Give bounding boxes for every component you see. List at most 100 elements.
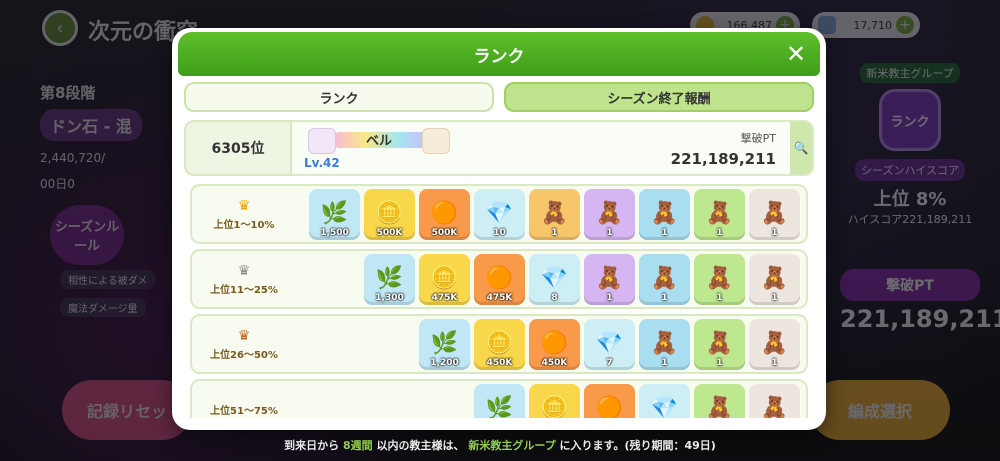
coin-icon: 🪙 bbox=[485, 331, 514, 356]
character-icon: 🧸 bbox=[650, 331, 679, 356]
pt-value: 221,189,211 bbox=[670, 150, 776, 168]
reward-item[interactable]: 🧸 bbox=[694, 383, 745, 419]
seed-icon: 🌿 bbox=[375, 266, 404, 291]
reward-item[interactable]: 🧸 1 bbox=[694, 253, 745, 305]
item-count: 500K bbox=[376, 227, 403, 238]
item-count: 1,500 bbox=[320, 227, 349, 238]
character-icon: 🧸 bbox=[760, 331, 789, 356]
reward-item[interactable]: 🧸 1 bbox=[639, 318, 690, 370]
avatar-secondary bbox=[422, 128, 450, 154]
character-icon: 🧸 bbox=[650, 266, 679, 291]
tab-rank[interactable]: ランク bbox=[184, 82, 494, 112]
item-count: 1,200 bbox=[430, 357, 459, 368]
reward-item[interactable]: 🧸 1 bbox=[529, 188, 580, 240]
reward-item[interactable]: 🧸 1 bbox=[639, 253, 690, 305]
reward-item[interactable]: 🧸 1 bbox=[639, 188, 690, 240]
reward-tier-row: ♛ 上位26～50% 🌿 1,200 🪙 450K 🟠 450K 💎 7 🧸 1 🧸 1 🧸 1 bbox=[190, 314, 808, 374]
item-count: 1 bbox=[606, 292, 613, 303]
character-icon: 🧸 bbox=[705, 396, 734, 419]
tier-label: ♛ 上位11～25% bbox=[192, 263, 296, 296]
reward-item[interactable]: 🌿 1,300 bbox=[364, 253, 415, 305]
reward-item[interactable]: 🌿 1,500 bbox=[309, 188, 360, 240]
close-icon[interactable]: ✕ bbox=[782, 40, 810, 68]
avatar bbox=[308, 128, 336, 154]
tier-label: ♛ 上位26～50% bbox=[192, 328, 296, 361]
notice-text: に入ります。(残り期間：49日) bbox=[559, 439, 716, 452]
item-count: 1 bbox=[716, 292, 723, 303]
reward-item[interactable]: 🟠 475K bbox=[474, 253, 525, 305]
seed-icon: 🌿 bbox=[485, 396, 514, 419]
item-count: 1 bbox=[771, 227, 778, 238]
reward-items: 🌿 1,300 🪙 475K 🟠 475K 💎 8 🧸 1 🧸 1 🧸 1 🧸 1 bbox=[296, 253, 806, 305]
reward-item[interactable]: 🪙 475K bbox=[419, 253, 470, 305]
item-count: 1 bbox=[716, 227, 723, 238]
reward-item[interactable]: 🟠 bbox=[584, 383, 635, 419]
reward-tier-row: ♛ 上位11～25% 🌿 1,300 🪙 475K 🟠 475K 💎 8 🧸 1 🧸 1 🧸 1 🧸 1 bbox=[190, 249, 808, 309]
character-icon: 🧸 bbox=[705, 331, 734, 356]
tier-range: 上位11～25% bbox=[210, 284, 278, 296]
rank-modal: ランク ✕ ランク シーズン終了報酬 6305位 ベル Lv.42 撃破PT 2… bbox=[172, 28, 826, 430]
reward-items: 🌿 1,500 🪙 500K 🟠 500K 💎 10 🧸 1 🧸 1 🧸 1 🧸 1 🧸 1 bbox=[296, 188, 806, 240]
pt-label: 撃破PT bbox=[740, 132, 776, 145]
reward-item[interactable]: 🧸 bbox=[749, 383, 800, 419]
coin-icon: 🪙 bbox=[430, 266, 459, 291]
player-card: ベル Lv.42 撃破PT 221,189,211 bbox=[290, 122, 790, 174]
reward-item[interactable]: 🧸 1 bbox=[584, 188, 635, 240]
modal-title: ランク bbox=[473, 46, 525, 67]
item-count: 1 bbox=[661, 292, 668, 303]
notice-weeks: 8週間 bbox=[343, 439, 373, 452]
reward-item[interactable]: 🧸 1 bbox=[749, 318, 800, 370]
tab-season-reward[interactable]: シーズン終了報酬 bbox=[504, 82, 814, 112]
reward-item[interactable]: 🧸 1 bbox=[749, 253, 800, 305]
tier-range: 上位26～50% bbox=[210, 349, 278, 361]
modal-tabs: ランク シーズン終了報酬 bbox=[184, 82, 814, 112]
bronze-crown-icon: ♛ bbox=[237, 327, 251, 344]
search-icon[interactable]: 🔍 bbox=[790, 122, 812, 174]
modal-header: ランク ✕ bbox=[178, 32, 820, 76]
reward-item[interactable]: 🪙 450K bbox=[474, 318, 525, 370]
reward-item[interactable]: 🧸 1 bbox=[749, 188, 800, 240]
tier-label: ♛ 上位1～10% bbox=[192, 198, 296, 231]
character-icon: 🧸 bbox=[650, 201, 679, 226]
notice-text: 到来日から bbox=[284, 439, 340, 452]
reward-item[interactable]: 💎 bbox=[639, 383, 690, 418]
item-count: 1 bbox=[606, 227, 613, 238]
reward-item[interactable]: 💎 7 bbox=[584, 318, 635, 370]
macaron-icon: 🟠 bbox=[540, 331, 569, 356]
reward-item[interactable]: 🧸 1 bbox=[694, 318, 745, 370]
reward-item[interactable]: 🪙 500K bbox=[364, 188, 415, 240]
item-count: 475K bbox=[431, 292, 458, 303]
reward-tier-row: 上位51～75% 🌿 🪙 🟠 💎 🧸 🧸 bbox=[190, 379, 808, 418]
item-count: 500K bbox=[431, 227, 458, 238]
item-count: 1 bbox=[661, 227, 668, 238]
my-rank: 6305位 bbox=[211, 141, 265, 157]
coin-icon: 🪙 bbox=[375, 201, 404, 226]
reward-item[interactable]: 🟠 450K bbox=[529, 318, 580, 370]
item-count: 450K bbox=[486, 357, 513, 368]
reward-item[interactable]: 🌿 1,200 bbox=[419, 318, 470, 370]
reward-item[interactable]: 🧸 1 bbox=[694, 188, 745, 240]
reward-item[interactable]: 💎 10 bbox=[474, 188, 525, 240]
reward-items: 🌿 🪙 🟠 💎 🧸 🧸 bbox=[296, 383, 806, 419]
reward-item[interactable]: 🌿 bbox=[474, 383, 525, 419]
item-count: 1 bbox=[661, 357, 668, 368]
reward-item[interactable]: 🟠 500K bbox=[419, 188, 470, 240]
item-count: 1 bbox=[771, 292, 778, 303]
item-count: 1 bbox=[771, 357, 778, 368]
item-count: 8 bbox=[551, 292, 558, 303]
player-name: ベル bbox=[366, 134, 393, 149]
item-count: 7 bbox=[606, 357, 613, 368]
item-count: 475K bbox=[486, 292, 513, 303]
macaron-icon: 🟠 bbox=[595, 396, 624, 419]
tier-label: 上位51～75% bbox=[192, 402, 296, 417]
item-count: 1,300 bbox=[375, 292, 404, 303]
reward-item[interactable]: 💎 8 bbox=[529, 253, 580, 305]
character-icon: 🧸 bbox=[760, 396, 789, 419]
silver-crown-icon: ♛ bbox=[237, 262, 251, 279]
notice-group: 新米教主グループ bbox=[468, 439, 556, 452]
reward-item[interactable]: 🧸 1 bbox=[584, 253, 635, 305]
reward-item[interactable]: 🪙 bbox=[529, 383, 580, 418]
reward-tier-list[interactable]: ♛ 上位1～10% 🌿 1,500 🪙 500K 🟠 500K 💎 10 🧸 1 🧸 1 🧸 1 🧸 1 🧸 1 ♛ 上位… bbox=[190, 184, 808, 418]
macaron-icon: 🟠 bbox=[485, 266, 514, 291]
reward-items: 🌿 1,200 🪙 450K 🟠 450K 💎 7 🧸 1 🧸 1 🧸 1 bbox=[296, 318, 806, 370]
